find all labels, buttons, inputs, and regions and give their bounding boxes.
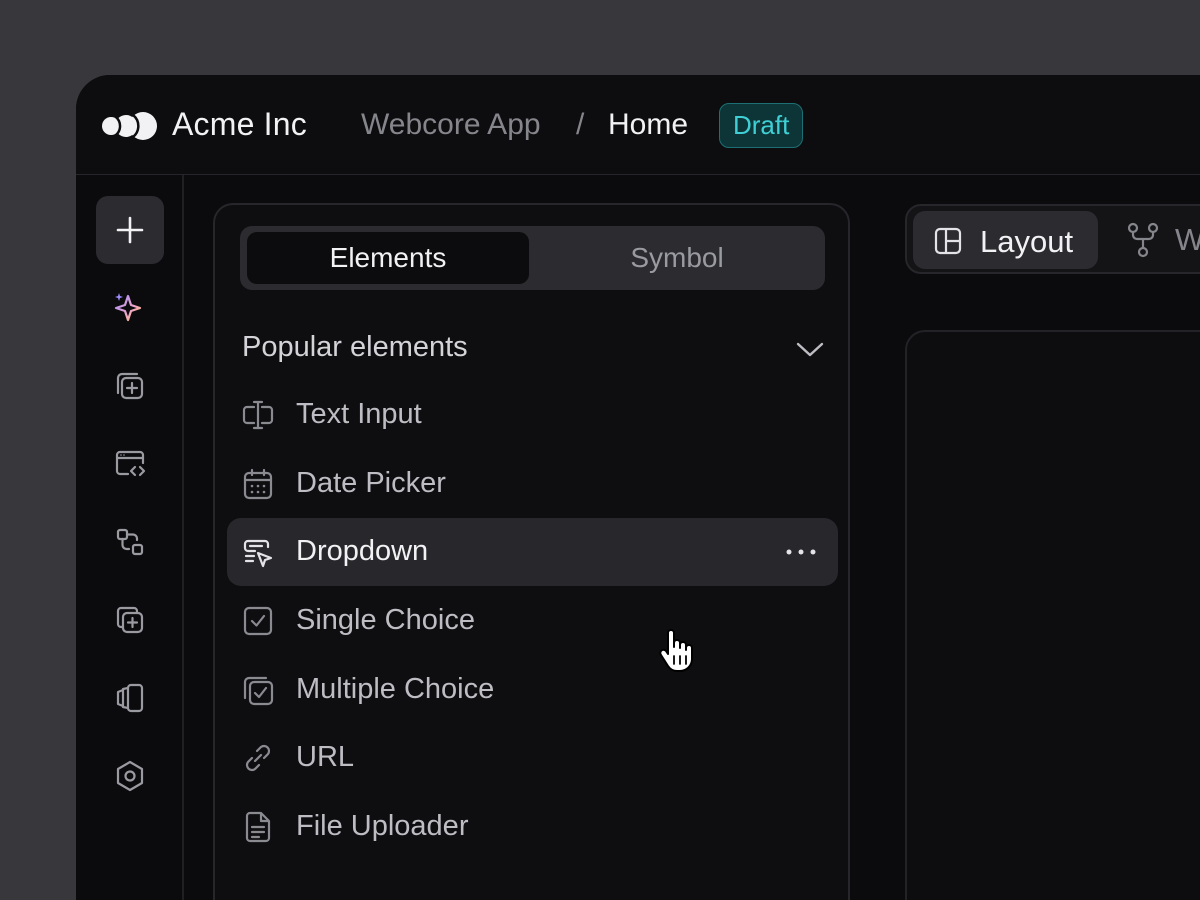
text-cursor-icon (242, 400, 274, 430)
list-item-label: Single Choice (296, 604, 475, 636)
hand-pointer-cursor-icon (659, 629, 693, 672)
more-options-icon[interactable] (784, 540, 818, 564)
list-item-date-picker[interactable]: Date Picker (227, 450, 838, 518)
tab-symbol[interactable]: Symbol (536, 232, 818, 284)
plus-icon (116, 216, 144, 244)
list-item-label: Multiple Choice (296, 673, 495, 705)
tab-second-label[interactable]: W (1175, 222, 1200, 258)
add-layer-icon (116, 606, 144, 634)
tab-layout-label: Layout (980, 224, 1074, 259)
ai-button[interactable] (96, 274, 164, 342)
list-item-label: Date Picker (296, 467, 446, 499)
calendar-icon (243, 468, 273, 500)
checkbox-icon (243, 606, 273, 636)
pages-icon (116, 683, 144, 713)
code-window-icon (115, 450, 146, 477)
layout-icon (934, 227, 962, 255)
status-badge: Draft (719, 103, 804, 148)
view-switcher: Layout W (905, 204, 1200, 274)
add-component-icon (116, 372, 144, 400)
left-rail (76, 175, 184, 900)
app-window: Acme Inc Webcore App / Home Draft Elemen… (76, 75, 1200, 900)
tab-layout[interactable]: Layout (913, 211, 1098, 269)
add-button[interactable] (96, 196, 164, 264)
list-item-label: Text Input (296, 398, 422, 430)
list-item-label: URL (296, 741, 355, 773)
add-component-button[interactable] (96, 352, 164, 420)
design-canvas[interactable] (905, 330, 1200, 900)
file-icon (245, 811, 271, 843)
panel-tabs: Elements Symbol (240, 226, 825, 290)
list-item-dropdown[interactable]: Dropdown (227, 518, 838, 586)
sparkle-icon (114, 293, 142, 322)
company-name[interactable]: Acme Inc (172, 106, 307, 143)
list-item-single-choice[interactable]: Single Choice (227, 587, 838, 655)
list-item-text-input[interactable]: Text Input (227, 381, 838, 449)
elements-panel: Elements Symbol Popular elements Text In… (213, 203, 850, 900)
workflow-branch-icon[interactable] (1123, 220, 1163, 260)
list-item-file-uploader[interactable]: File Uploader (227, 793, 838, 861)
multi-checkbox-icon (243, 676, 274, 706)
acme-logo-icon (102, 112, 157, 140)
dropdown-cursor-icon (243, 539, 273, 568)
list-item-multiple-choice[interactable]: Multiple Choice (227, 656, 838, 724)
list-item-label: Dropdown (296, 535, 429, 567)
top-bar: Acme Inc Webcore App / Home Draft (76, 75, 1200, 175)
breadcrumb-app[interactable]: Webcore App (361, 108, 541, 142)
flow-button[interactable] (96, 508, 164, 576)
list-item-url[interactable]: URL (227, 724, 838, 792)
hexagon-settings-icon (116, 760, 144, 792)
breadcrumb-separator: / (576, 108, 585, 141)
list-item-label: File Uploader (296, 810, 469, 842)
pages-button[interactable] (96, 664, 164, 732)
breadcrumb-page[interactable]: Home (608, 108, 688, 142)
add-layer-button[interactable] (96, 586, 164, 654)
tab-elements[interactable]: Elements (247, 232, 529, 284)
settings-button[interactable] (96, 742, 164, 810)
link-icon (245, 744, 271, 772)
flow-icon (116, 528, 144, 556)
section-title: Popular elements (242, 331, 468, 363)
code-button[interactable] (96, 430, 164, 498)
chevron-down-icon[interactable] (795, 339, 825, 359)
